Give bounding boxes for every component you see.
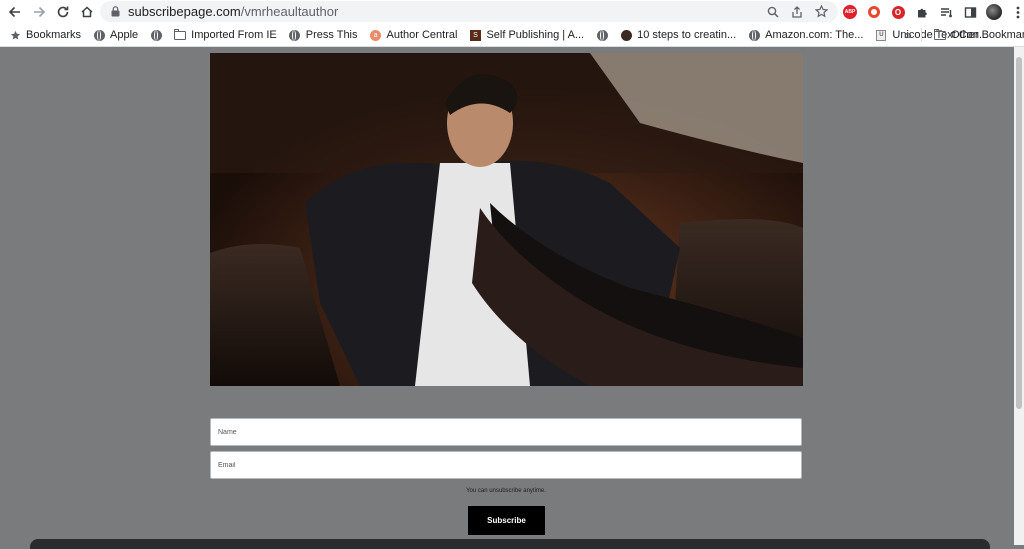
bookmark-item[interactable]: Amazon.com: The... (742, 29, 869, 41)
red-extension-icon[interactable]: O (888, 2, 908, 22)
bookmark-item[interactable] (590, 29, 614, 41)
bookmark-star-icon[interactable] (812, 3, 830, 21)
profile-avatar-icon[interactable] (984, 2, 1004, 22)
side-panel-icon[interactable] (960, 2, 980, 22)
face-icon (620, 29, 632, 41)
share-icon[interactable] (788, 3, 806, 21)
globe-icon (596, 29, 608, 41)
ring-extension-icon[interactable] (864, 2, 884, 22)
url-domain: subscribepage.com (128, 4, 241, 19)
page-content: You can unsubscribe anytime. Subscribe (0, 47, 1014, 545)
star-icon (9, 29, 21, 41)
address-bar-actions (764, 1, 830, 22)
puzzle-extensions-icon[interactable] (912, 2, 932, 22)
bookmarks-bar: Bookmarks Apple Imported From IE Press This… (0, 24, 1024, 47)
bookmark-item[interactable]: Press This (283, 29, 364, 41)
bookmark-label: Bookmarks (26, 29, 82, 41)
lock-icon (108, 6, 122, 17)
email-input[interactable] (210, 451, 802, 479)
bookmark-label: Self Publishing | A... (486, 29, 585, 41)
bookmarks-overflow-chevron-icon[interactable]: » (905, 24, 912, 46)
url-text: subscribepage.com/vmrheaultauthor (128, 4, 338, 19)
bookmark-label: Imported From IE (191, 29, 277, 41)
bookmarks-list: Bookmarks Apple Imported From IE Press This… (0, 28, 994, 41)
globe-icon (748, 29, 760, 41)
globe-icon (289, 29, 301, 41)
subscribe-button[interactable]: Subscribe (468, 506, 545, 535)
self-publishing-icon: S (469, 29, 481, 41)
bookmarks-divider (921, 28, 922, 42)
unsubscribe-note: You can unsubscribe anytime. (466, 488, 546, 494)
reload-icon[interactable] (51, 0, 75, 24)
browser-menu-icon[interactable] (1008, 2, 1024, 22)
other-bookmarks-folder[interactable]: Other Bookmarks (928, 24, 1024, 46)
bookmark-item[interactable]: Bookmarks (0, 29, 87, 41)
name-input[interactable] (210, 418, 802, 446)
bookmark-label: Author Central (386, 29, 458, 41)
globe-icon (150, 29, 162, 41)
bookmark-label: Amazon.com: The... (765, 29, 864, 41)
home-icon[interactable] (75, 0, 99, 24)
zoom-icon[interactable] (764, 3, 782, 21)
bookmark-item[interactable]: Apple (87, 29, 144, 41)
bookmark-item[interactable]: a Author Central (364, 29, 464, 41)
folder-icon (934, 28, 946, 41)
address-bar[interactable]: subscribepage.com/vmrheaultauthor (100, 1, 838, 22)
forward-arrow-icon[interactable] (27, 0, 51, 24)
folder-icon (174, 28, 187, 41)
unicode-icon: U (875, 29, 887, 41)
dock-edge (30, 539, 990, 549)
red-extension-label: O (891, 5, 905, 19)
browser-toolbar: subscribepage.com/vmrheaultauthor ABP O (0, 0, 1024, 24)
other-bookmarks-label: Other Bookmarks (951, 29, 1024, 41)
reading-list-icon[interactable] (936, 2, 956, 22)
bookmark-item[interactable]: S Self Publishing | A... (463, 29, 590, 41)
bookmark-label: Apple (110, 29, 139, 41)
bookmark-item[interactable]: Imported From IE (168, 28, 283, 41)
hero-image (210, 53, 803, 386)
extensions-bar: ABP O (840, 0, 1024, 24)
adblock-plus-label: ABP (843, 5, 857, 19)
bookmark-label: Press This (305, 29, 358, 41)
bookmark-item[interactable]: 10 steps to creatin... (614, 29, 742, 41)
url-path: /vmrheaultauthor (240, 4, 339, 19)
author-central-icon: a (370, 29, 382, 41)
back-arrow-icon[interactable] (3, 0, 27, 24)
page-scrollbar[interactable] (1014, 47, 1024, 545)
globe-icon (93, 29, 105, 41)
bookmark-label: 10 steps to creatin... (637, 29, 737, 41)
scrollbar-thumb[interactable] (1016, 57, 1022, 409)
bookmark-item[interactable] (144, 29, 168, 41)
adblock-plus-icon[interactable]: ABP (840, 2, 860, 22)
